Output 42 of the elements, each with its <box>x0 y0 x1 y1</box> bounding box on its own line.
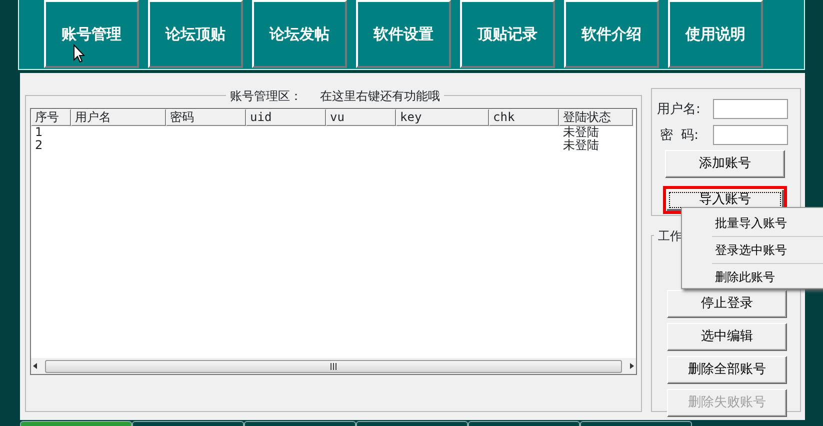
bottom-tab[interactable] <box>244 421 356 426</box>
nav-button[interactable]: 顶贴记录 <box>460 0 555 68</box>
bottom-tab[interactable] <box>580 421 692 426</box>
column-header[interactable]: uid <box>246 109 326 126</box>
table-cell-text: 2 <box>34 139 44 152</box>
table-cell-text: 未登陆 <box>562 139 600 152</box>
group-title: 账号管理区： <box>230 88 302 105</box>
column-header[interactable]: 登陆状态 <box>559 109 633 126</box>
column-header[interactable]: key <box>396 109 489 126</box>
bottom-tab[interactable] <box>468 421 580 426</box>
table-cell-text: 未登陆 <box>562 126 600 139</box>
action-button[interactable]: 删除全部账号 <box>667 356 787 384</box>
column-header[interactable]: chk <box>489 109 559 126</box>
scrollbar[interactable] <box>31 358 636 374</box>
action-button[interactable]: 选中编辑 <box>667 323 787 351</box>
table-cell-text: 1 <box>34 126 44 139</box>
action-button[interactable]: 停止登录 <box>667 290 787 318</box>
cursor-icon <box>73 44 85 63</box>
bottom-tab[interactable] <box>132 421 244 426</box>
nav-button[interactable]: 软件介绍 <box>564 0 659 68</box>
nav-button[interactable]: 论坛顶贴 <box>148 0 243 68</box>
column-header[interactable]: 密码 <box>166 109 246 126</box>
grip-icon <box>330 362 337 370</box>
nav-button[interactable]: 使用说明 <box>668 0 763 68</box>
account-list[interactable]: 序号 用户名 密码 uid vu key chk 登陆状态 1 未登陆 2 未登陆 <box>30 108 637 375</box>
hint-text: 在这里右键还有功能哦 <box>320 88 440 105</box>
menu-item[interactable]: 登录选中账号 <box>682 237 823 263</box>
bottom-tab[interactable] <box>356 421 468 426</box>
nav-button[interactable]: 软件设置 <box>356 0 451 68</box>
column-header[interactable]: 序号 <box>31 109 71 126</box>
scroll-thumb[interactable] <box>45 360 622 372</box>
menu-item[interactable]: 删除此账号 <box>682 264 823 290</box>
nav-button[interactable]: 论坛发帖 <box>252 0 347 68</box>
column-header[interactable]: vu <box>326 109 396 126</box>
group-title: 工作 <box>658 228 682 245</box>
nav-button[interactable]: 账号管理 <box>44 0 139 68</box>
field-label: 用户名: <box>657 101 700 119</box>
input-field[interactable] <box>713 125 788 145</box>
input-field[interactable] <box>713 99 788 119</box>
action-button[interactable]: 添加账号 <box>665 150 785 178</box>
column-header[interactable]: 用户名 <box>71 109 166 126</box>
field-label: 密 码: <box>660 127 699 145</box>
